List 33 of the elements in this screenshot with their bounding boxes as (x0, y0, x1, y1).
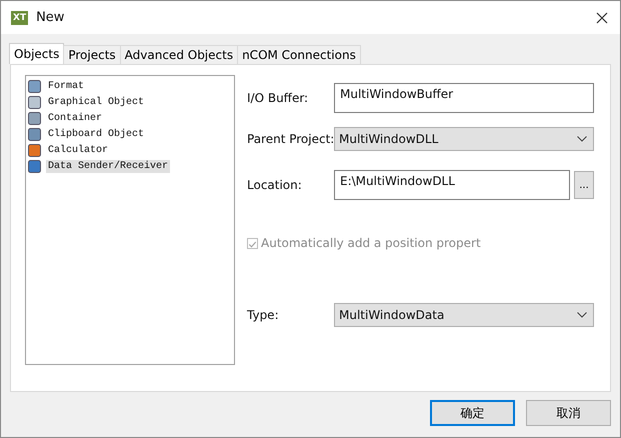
list-item[interactable]: Clipboard Object (46, 128, 146, 140)
dialog-button[interactable]: 取消 (526, 400, 611, 426)
field-label: Location: (247, 178, 303, 192)
field-label: Type: (247, 308, 280, 322)
tab[interactable]: Objects (9, 43, 64, 64)
object-icon (28, 128, 41, 140)
type-dropdown[interactable]: MultiWindowData (334, 303, 594, 327)
app-logo: XT (11, 10, 28, 24)
object-icon (28, 96, 41, 108)
dialog-button[interactable]: 确定 (430, 400, 515, 426)
object-icon (28, 112, 41, 124)
close-icon[interactable] (596, 12, 608, 24)
window-title: New (36, 10, 66, 25)
field-label: Parent Project: (247, 132, 334, 146)
checkbox-label: Automatically add a position propert (261, 236, 481, 250)
location-field[interactable]: E:\MultiWindowDLL (334, 170, 570, 200)
object-icon (28, 144, 41, 156)
field-label: I/O Buffer: (247, 91, 310, 105)
object-icon (28, 80, 41, 92)
browse-button[interactable]: ... (574, 171, 594, 199)
list-item[interactable]: Container (46, 112, 104, 124)
tab[interactable]: Projects (63, 45, 121, 64)
list-item[interactable]: Data Sender/Receiver (46, 160, 170, 172)
list-item[interactable]: Format (46, 80, 86, 92)
io-buffer-field[interactable]: MultiWindowBuffer (334, 83, 594, 113)
parent-project-dropdown[interactable]: MultiWindowDLL (334, 127, 594, 151)
tab[interactable]: nCOM Connections (237, 45, 361, 64)
list-item[interactable]: Graphical Object (46, 96, 146, 108)
object-icon (28, 160, 41, 172)
caret-icon (577, 312, 587, 318)
tab[interactable]: Advanced Objects (120, 45, 238, 64)
list-item[interactable]: Calculator (46, 144, 110, 156)
caret-icon (577, 136, 587, 142)
